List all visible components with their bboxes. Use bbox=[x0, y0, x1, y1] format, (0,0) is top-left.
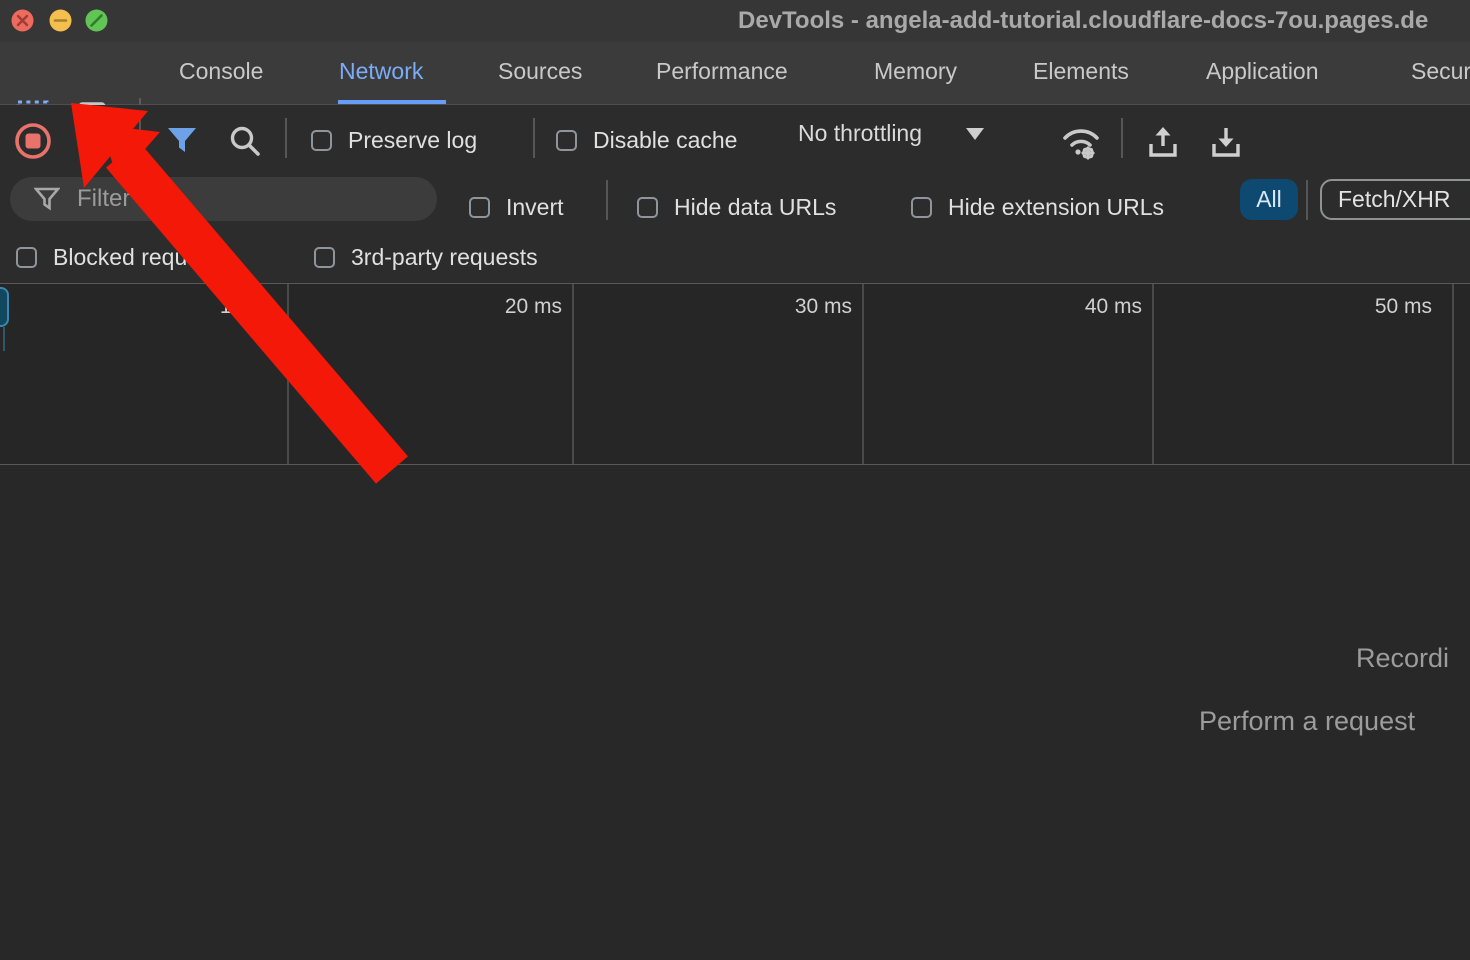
more-filters-row: Blocked requests 3rd-party requests bbox=[0, 228, 1470, 283]
selected-tab-underline bbox=[338, 100, 446, 104]
timeline-gridline bbox=[1152, 284, 1154, 464]
export-har-icon bbox=[1208, 124, 1244, 160]
timeline-scrubber-stem bbox=[3, 327, 5, 351]
search-icon bbox=[228, 124, 262, 158]
import-har-icon bbox=[1145, 124, 1181, 160]
preserve-log-checkbox[interactable] bbox=[311, 130, 332, 151]
export-har-button[interactable] bbox=[1208, 124, 1244, 165]
record-stop-icon bbox=[14, 122, 52, 160]
disable-cache-label: Disable cache bbox=[593, 127, 737, 154]
tab-performance[interactable]: Performance bbox=[656, 58, 788, 85]
tab-elements[interactable]: Elements bbox=[1033, 58, 1129, 85]
title-bar: DevTools - angela-add-tutorial.cloudflar… bbox=[0, 0, 1470, 42]
filter-toggle-button[interactable] bbox=[166, 125, 198, 162]
timeline-scrubber-handle[interactable] bbox=[0, 287, 9, 327]
invert-label: Invert bbox=[506, 194, 564, 221]
blocked-requests-label: Blocked requests bbox=[53, 244, 229, 271]
third-party-requests-label: 3rd-party requests bbox=[351, 244, 538, 271]
timeline-gridline bbox=[1452, 284, 1454, 464]
close-icon bbox=[11, 9, 34, 32]
fullscreen-icon bbox=[85, 9, 108, 32]
empty-state-line2: Perform a request bbox=[1199, 706, 1415, 737]
hide-extension-urls-checkbox[interactable] bbox=[911, 197, 932, 218]
record-network-log-button[interactable] bbox=[14, 122, 52, 165]
zoom-button[interactable] bbox=[85, 9, 108, 32]
filter-bar: Filter Invert Hide data URLs Hide extens… bbox=[0, 170, 1470, 228]
request-type-filter-fetch-xhr[interactable]: Fetch/XHR bbox=[1320, 179, 1470, 220]
timeline-tick-20ms: 20 ms bbox=[452, 295, 562, 319]
blocked-requests-checkbox[interactable] bbox=[16, 247, 37, 268]
timeline-tick-30ms: 30 ms bbox=[742, 295, 852, 319]
tab-security[interactable]: Security bbox=[1411, 58, 1470, 85]
filterbar-separator bbox=[1306, 180, 1308, 220]
filter-input[interactable]: Filter bbox=[10, 177, 437, 221]
timeline-gridline bbox=[287, 284, 289, 464]
network-overview-timeline[interactable]: 10 ms 20 ms 30 ms 40 ms 50 ms bbox=[0, 283, 1470, 465]
toolbar-separator bbox=[533, 118, 535, 158]
window-title: DevTools - angela-add-tutorial.cloudflar… bbox=[738, 7, 1428, 35]
invert-checkbox[interactable] bbox=[469, 197, 490, 218]
toolbar-separator bbox=[139, 118, 141, 158]
toolbar-separator bbox=[285, 118, 287, 158]
filterbar-separator bbox=[606, 180, 608, 220]
timeline-gridline bbox=[572, 284, 574, 464]
network-toolbar: Preserve log Disable cache No throttling bbox=[0, 105, 1470, 170]
devtools-window: DevTools - angela-add-tutorial.cloudflar… bbox=[0, 0, 1470, 960]
request-type-filter-all[interactable]: All bbox=[1240, 179, 1298, 220]
disable-cache-checkbox[interactable] bbox=[556, 130, 577, 151]
clear-network-log-button[interactable] bbox=[78, 124, 114, 165]
timeline-tick-40ms: 40 ms bbox=[1032, 295, 1142, 319]
preserve-log-label: Preserve log bbox=[348, 127, 477, 154]
filter-placeholder: Filter bbox=[77, 185, 130, 213]
network-conditions-button[interactable] bbox=[1061, 125, 1103, 166]
minimize-icon bbox=[49, 9, 72, 32]
timeline-tick-50ms: 50 ms bbox=[1322, 295, 1432, 319]
close-button[interactable] bbox=[11, 9, 34, 32]
tab-memory[interactable]: Memory bbox=[874, 58, 957, 85]
tab-console[interactable]: Console bbox=[179, 58, 263, 85]
timeline-gridline bbox=[862, 284, 864, 464]
requests-empty-state: Recordi Perform a request bbox=[0, 465, 1470, 960]
throttling-dropdown[interactable]: No throttling bbox=[798, 120, 984, 147]
hide-data-urls-checkbox[interactable] bbox=[637, 197, 658, 218]
search-button[interactable] bbox=[228, 124, 262, 163]
filter-funnel-icon bbox=[166, 125, 198, 157]
clear-icon bbox=[78, 124, 114, 160]
minimize-button[interactable] bbox=[49, 9, 72, 32]
network-conditions-icon bbox=[1061, 125, 1103, 161]
empty-state-line1: Recordi bbox=[1356, 643, 1449, 674]
third-party-requests-checkbox[interactable] bbox=[314, 247, 335, 268]
tab-application[interactable]: Application bbox=[1206, 58, 1319, 85]
hide-extension-urls-label: Hide extension URLs bbox=[948, 194, 1164, 221]
throttling-value: No throttling bbox=[798, 120, 922, 147]
tab-network[interactable]: Network bbox=[339, 58, 423, 85]
chevron-down-icon bbox=[966, 128, 984, 140]
tab-sources[interactable]: Sources bbox=[498, 58, 582, 85]
devtools-tab-bar: Console Network Sources Performance Memo… bbox=[0, 42, 1470, 105]
timeline-tick-10ms: 10 ms bbox=[167, 295, 277, 319]
import-har-button[interactable] bbox=[1145, 124, 1181, 165]
funnel-outline-icon bbox=[34, 186, 60, 212]
hide-data-urls-label: Hide data URLs bbox=[674, 194, 836, 221]
toolbar-separator bbox=[1121, 118, 1123, 158]
